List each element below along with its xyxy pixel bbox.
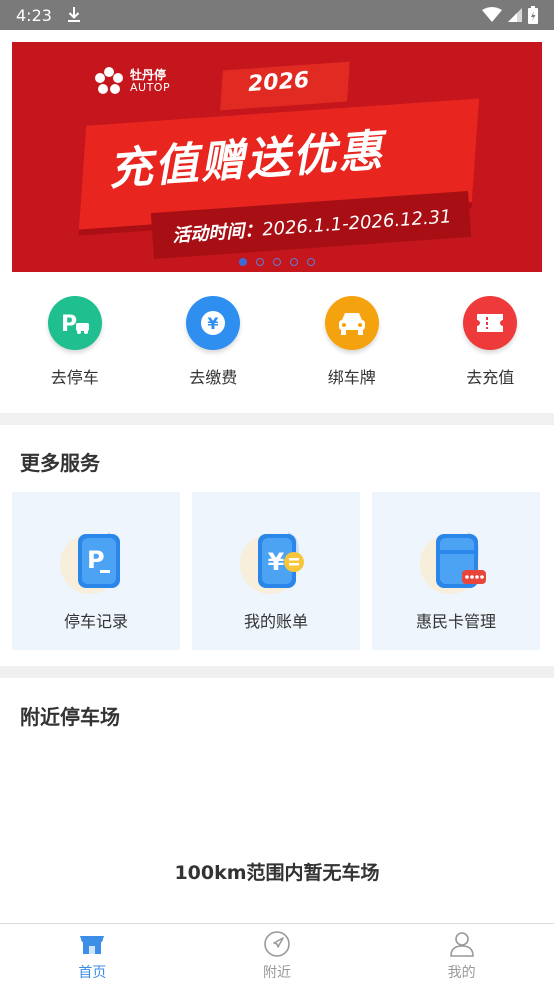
peony-logo-icon [95, 67, 123, 94]
svg-text:¥: ¥ [268, 548, 285, 576]
nav-label: 附近 [263, 965, 291, 981]
carousel-dot[interactable] [256, 258, 264, 266]
quick-action-label: 去充值 [466, 368, 515, 387]
download-icon [67, 7, 80, 22]
user-icon [449, 932, 474, 957]
service-parking-record[interactable]: P 停车记录 [12, 492, 180, 650]
section-divider [0, 666, 554, 678]
parking-car-icon: P [47, 296, 102, 350]
quick-actions: P 去停车 ¥ 去缴费 绑车牌 去充值 [0, 296, 554, 406]
carousel-indicator [12, 258, 542, 266]
quick-action-bind-plate[interactable]: 绑车牌 [288, 296, 416, 406]
quick-action-recharge[interactable]: 去充值 [427, 296, 554, 406]
home-store-icon [80, 936, 105, 954]
wifi-icon [482, 7, 502, 22]
nav-nearby[interactable]: 附近 [185, 924, 370, 984]
ticket-icon [463, 296, 518, 350]
yuan-coin-icon: ¥ [186, 296, 241, 350]
bottom-nav: 首页 附近 我的 [0, 923, 554, 984]
service-card-manage[interactable]: 惠民卡管理 [372, 492, 540, 650]
more-services-title: 更多服务 [20, 451, 100, 475]
quick-action-label: 去停车 [50, 368, 99, 387]
quick-action-label: 绑车牌 [327, 368, 376, 387]
service-label: 惠民卡管理 [415, 612, 496, 631]
battery-icon [528, 6, 538, 24]
banner-year: 2026 [247, 67, 311, 98]
status-bar: 4:23 [0, 0, 554, 30]
service-label: 停车记录 [63, 612, 128, 631]
carousel-dot[interactable] [239, 258, 247, 266]
nav-mine[interactable]: 我的 [369, 924, 554, 984]
nav-home[interactable]: 首页 [0, 924, 185, 984]
nav-label: 首页 [78, 965, 107, 981]
service-my-bill[interactable]: ¥ 我的账单 [192, 492, 360, 650]
nearby-empty-text: 100km范围内暂无车场 [174, 862, 380, 884]
card-manage-icon [416, 524, 496, 596]
nav-label: 我的 [447, 965, 476, 981]
brand-name-en: AUTOP [130, 80, 171, 94]
more-services-grid: P 停车记录 ¥ 我的账单 惠民卡管理 [12, 492, 542, 650]
parking-record-icon: P [56, 524, 136, 596]
carousel-dot[interactable] [290, 258, 298, 266]
carousel-dot[interactable] [273, 258, 281, 266]
quick-action-pay[interactable]: ¥ 去缴费 [150, 296, 278, 406]
svg-text:P: P [61, 312, 77, 337]
section-divider [0, 413, 554, 425]
service-label: 我的账单 [243, 612, 308, 631]
status-indicators [482, 6, 538, 24]
brand-logo: 牡丹停 AUTOP [94, 66, 170, 96]
car-icon [324, 296, 379, 350]
nearby-title: 附近停车场 [20, 705, 120, 729]
signal-icon [508, 8, 522, 22]
quick-action-park[interactable]: P 去停车 [11, 296, 139, 406]
compass-icon [264, 931, 290, 957]
promo-banner[interactable]: 牡丹停 AUTOP 2026 充值赠送优惠 活动时间：2026.1.1-2026… [12, 42, 542, 272]
quick-action-label: 去缴费 [189, 368, 238, 387]
brand-name-cn: 牡丹停 [130, 67, 167, 82]
carousel-dot[interactable] [307, 258, 315, 266]
svg-text:¥: ¥ [208, 314, 219, 333]
status-time: 4:23 [16, 5, 52, 25]
bill-icon: ¥ [236, 524, 316, 596]
svg-text:P: P [87, 546, 105, 574]
